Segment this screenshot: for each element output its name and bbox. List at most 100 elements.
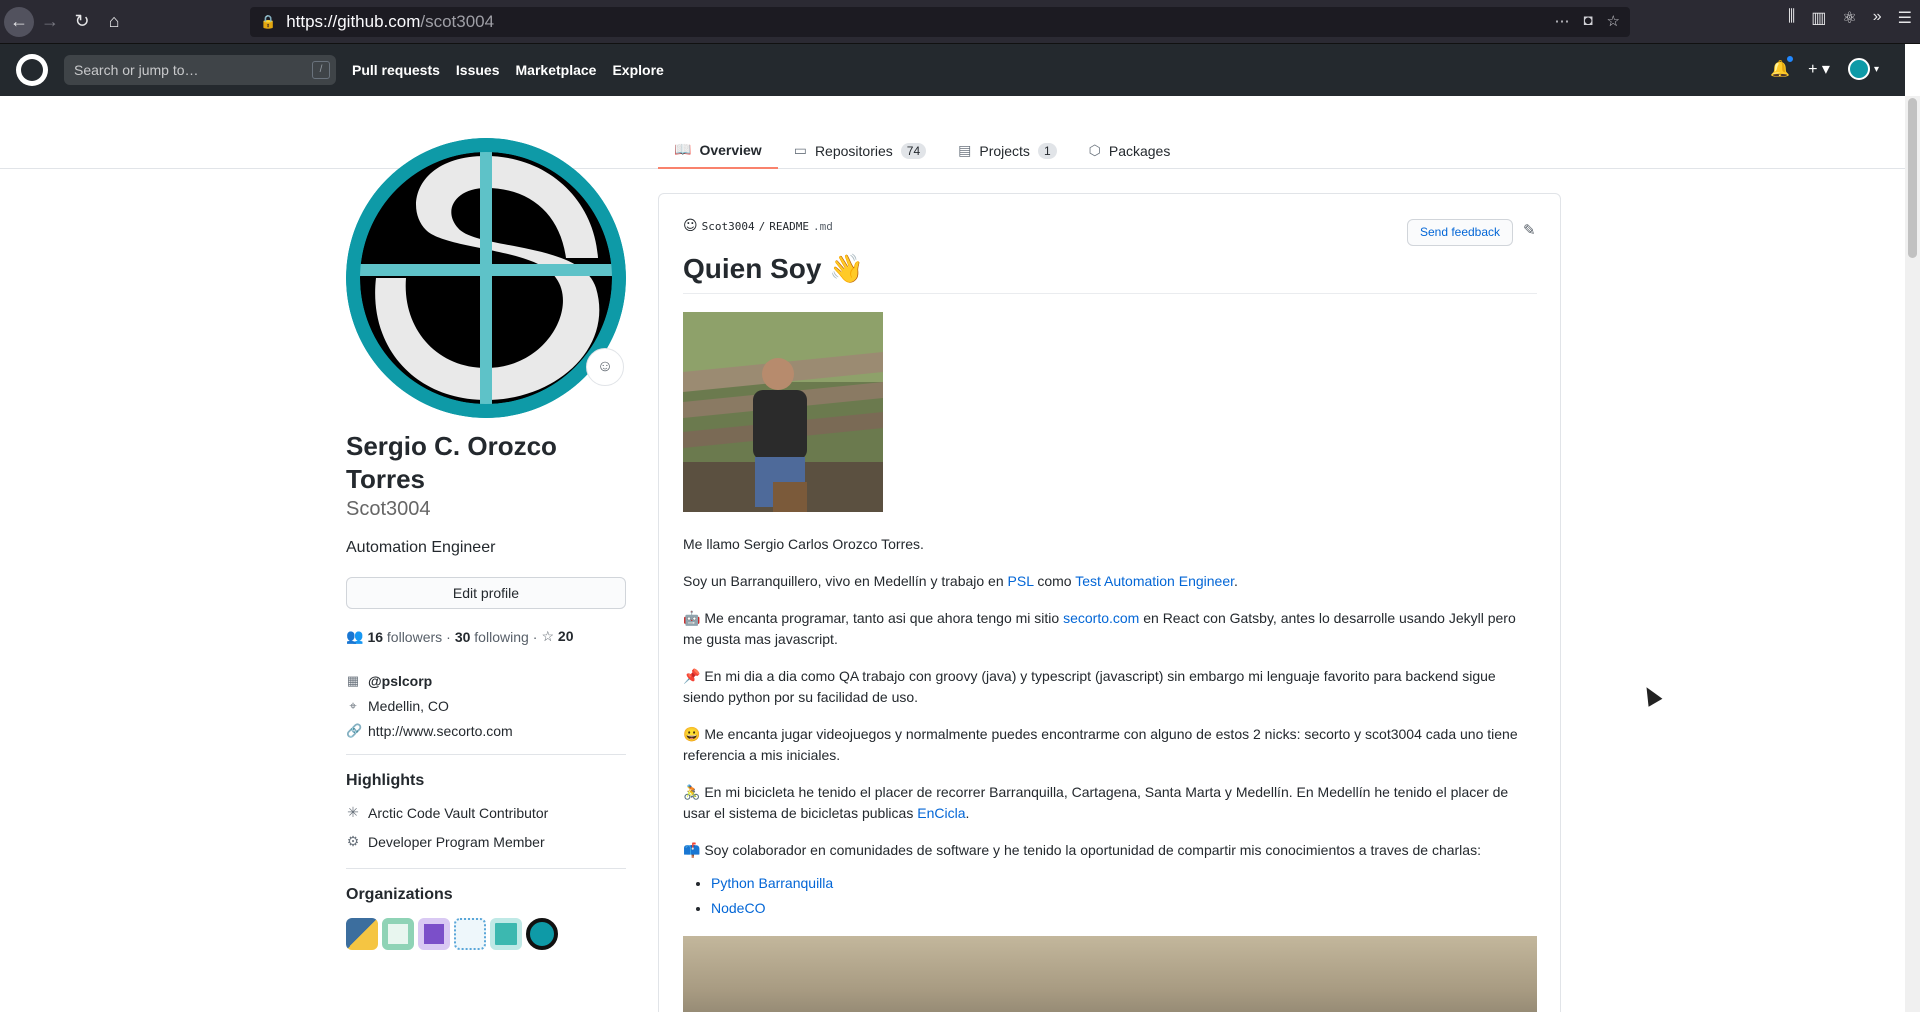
- readme-paragraph: Me llamo Sergio Carlos Orozco Torres.: [683, 536, 924, 552]
- encicla-link[interactable]: EnCicla: [917, 805, 965, 821]
- star-icon: ☆: [541, 628, 555, 644]
- org-avatar[interactable]: [526, 918, 558, 950]
- tab-projects[interactable]: ▤ Projects 1: [942, 132, 1073, 169]
- tab-label: Overview: [699, 141, 762, 158]
- page-scrollbar[interactable]: [1905, 96, 1920, 1012]
- path-separator: /: [758, 219, 766, 233]
- notifications-bell-icon[interactable]: 🔔: [1770, 55, 1795, 79]
- readme-filename[interactable]: README: [769, 220, 809, 233]
- pocket-icon[interactable]: ◘: [1583, 12, 1592, 30]
- home-icon[interactable]: ⌂: [98, 6, 130, 38]
- vcard-company: ▦ @pslcorp: [346, 668, 513, 693]
- divider: [346, 868, 626, 869]
- github-header: Search or jump to… / Pull requests Issue…: [0, 44, 1905, 96]
- tab-label: Packages: [1108, 142, 1171, 159]
- stars-count: 20: [557, 628, 574, 644]
- readme-paragraph: Soy un Barranquillero, vivo en Medellín …: [683, 571, 1537, 592]
- org-avatar[interactable]: [346, 918, 378, 950]
- text: .: [965, 805, 970, 821]
- readme-paragraph: 😀 Me encanta jugar videojuegos y normalm…: [683, 726, 1518, 763]
- text: 🚴 En mi bicicleta he tenido el placer de…: [683, 784, 1509, 821]
- stars-link[interactable]: ☆ 20: [541, 628, 573, 645]
- readme-paragraph: 📌 En mi dia a dia como QA trabajo con gr…: [683, 668, 1496, 705]
- nav-marketplace[interactable]: Marketplace: [516, 62, 597, 78]
- search-input[interactable]: Search or jump to… /: [64, 55, 336, 85]
- scrollbar-thumb[interactable]: [1908, 98, 1917, 258]
- tab-label: Repositories: [814, 142, 893, 159]
- bookmark-star-icon[interactable]: ☆: [1607, 12, 1620, 30]
- text: Soy un Barranquillero, vivo en Medellín …: [683, 573, 1008, 589]
- people-icon: 👥: [346, 628, 364, 644]
- profile-tabs-bar: 📖 Overview ▭ Repositories 74 ▤ Projects …: [0, 96, 1905, 169]
- menu-icon[interactable]: ☰: [1898, 8, 1912, 28]
- text: .: [1234, 573, 1238, 589]
- readme-paragraph: 🚴 En mi bicicleta he tenido el placer de…: [683, 782, 1537, 824]
- edit-profile-button[interactable]: Edit profile: [346, 577, 626, 609]
- org-avatar[interactable]: [418, 918, 450, 950]
- readme-paragraph: 🤖 Me encanta programar, tanto asi que ah…: [683, 608, 1537, 650]
- org-avatar[interactable]: [490, 918, 522, 950]
- test-automation-link[interactable]: Test Automation Engineer: [1075, 573, 1234, 589]
- profile-full-name: Sergio C. Orozco Torres: [346, 431, 557, 494]
- nav-pull-requests[interactable]: Pull requests: [352, 62, 440, 78]
- sidebar-icon[interactable]: ▥: [1811, 8, 1826, 28]
- location-pin-icon: ⌖: [349, 697, 357, 713]
- profile-readme-card: ☺ Scot3004 / README .md Send feedback ✎ Q…: [658, 193, 1561, 1012]
- mouse-cursor: [1639, 683, 1663, 707]
- edit-pencil-icon[interactable]: ✎: [1523, 221, 1536, 239]
- highlight-developer-program[interactable]: ⚙ Developer Program Member: [346, 833, 545, 850]
- send-feedback-button[interactable]: Send feedback: [1407, 219, 1513, 246]
- vcard-details: ▦ @pslcorp ⌖ Medellin, CO 🔗 http://www.s…: [346, 668, 513, 743]
- extension-icon[interactable]: ⚛: [1842, 8, 1856, 28]
- highlight-arctic-vault[interactable]: ✳ Arctic Code Vault Contributor: [346, 804, 548, 821]
- readme-owner[interactable]: Scot3004: [702, 220, 755, 233]
- link-icon: 🔗: [346, 722, 363, 738]
- organizations-title: Organizations: [346, 886, 453, 903]
- package-icon: ⬡: [1088, 142, 1101, 158]
- url-path: /scot3004: [420, 12, 495, 31]
- org-avatar[interactable]: [382, 918, 414, 950]
- nav-explore[interactable]: Explore: [612, 62, 663, 78]
- back-arrow-icon[interactable]: ←: [4, 6, 34, 37]
- url-bar[interactable]: 🔒 https://github.com/scot3004 ⋯ ◘ ☆: [250, 7, 1630, 37]
- followers-link[interactable]: 16 followers: [367, 629, 442, 645]
- notification-dot: [1786, 55, 1795, 63]
- nodeco-link[interactable]: NodeCO: [711, 900, 765, 916]
- talks-list: Python Barranquilla NodeCO: [711, 871, 1537, 921]
- website-link[interactable]: http://www.secorto.com: [368, 723, 513, 739]
- create-new-dropdown[interactable]: + ▾: [1808, 59, 1830, 79]
- github-logo-icon[interactable]: [16, 54, 48, 86]
- forward-arrow-icon[interactable]: →: [34, 6, 66, 38]
- reload-icon[interactable]: ↻: [66, 6, 98, 38]
- projects-count: 1: [1037, 142, 1057, 159]
- nav-issues[interactable]: Issues: [456, 62, 500, 78]
- following-label: following: [474, 628, 529, 645]
- company-link[interactable]: @pslcorp: [368, 673, 432, 689]
- user-menu[interactable]: ▾: [1847, 58, 1879, 80]
- cpu-icon: ⚙: [346, 833, 360, 849]
- python-barranquilla-link[interactable]: Python Barranquilla: [711, 875, 833, 891]
- vcard-location: ⌖ Medellin, CO: [346, 693, 513, 718]
- library-icon[interactable]: ⫼: [1788, 8, 1795, 28]
- profile-avatar[interactable]: [346, 138, 626, 418]
- tab-packages[interactable]: ⬡ Packages: [1073, 132, 1187, 169]
- text: como: [1033, 573, 1076, 589]
- readme-banner-image: [683, 936, 1537, 1012]
- profile-bio: Automation Engineer: [346, 539, 496, 556]
- overflow-icon[interactable]: »: [1873, 8, 1882, 28]
- set-status-smiley-icon[interactable]: ☺: [586, 348, 624, 386]
- tab-repositories[interactable]: ▭ Repositories 74: [778, 132, 942, 169]
- search-shortcut-key: /: [312, 61, 330, 79]
- psl-link[interactable]: PSL: [1008, 573, 1034, 589]
- following-link[interactable]: 30 following: [455, 629, 529, 645]
- separator-dot: ·: [532, 628, 538, 645]
- organization-icon: ▦: [346, 672, 360, 688]
- caret-down-icon: ▾: [1873, 63, 1879, 75]
- readme-content: Me llamo Sergio Carlos Orozco Torres. So…: [683, 534, 1537, 921]
- org-avatar[interactable]: [454, 918, 486, 950]
- highlights-title: Highlights: [346, 772, 425, 789]
- secorto-link[interactable]: secorto.com: [1063, 610, 1139, 626]
- tab-overview[interactable]: 📖 Overview: [658, 132, 778, 169]
- page-actions-icon[interactable]: ⋯: [1554, 12, 1569, 30]
- profile-photo: [683, 312, 883, 512]
